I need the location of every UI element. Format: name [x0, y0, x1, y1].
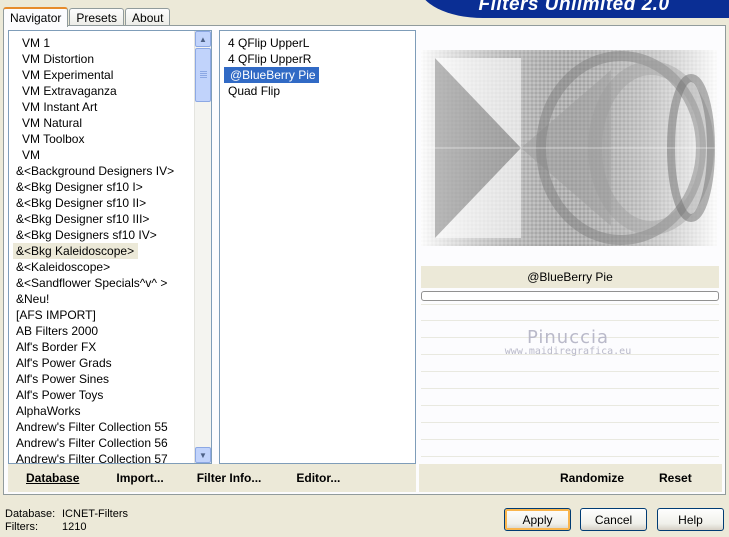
- category-item[interactable]: AlphaWorks: [13, 403, 211, 419]
- tab-presets-label: Presets: [76, 10, 118, 25]
- filters-count-label: Filters:: [5, 521, 38, 533]
- tab-navigator-label: Navigator: [10, 11, 62, 25]
- database-value: ICNET-Filters: [62, 508, 128, 520]
- category-item[interactable]: Alf's Power Grads: [13, 355, 211, 371]
- category-item[interactable]: &<Sandflower Specials^v^ >: [13, 275, 211, 291]
- chevron-down-icon: ▼: [199, 450, 207, 460]
- category-item[interactable]: [AFS IMPORT]: [13, 307, 211, 323]
- category-item[interactable]: &<Bkg Designers sf10 IV>: [13, 227, 211, 243]
- filter-item[interactable]: @BlueBerry Pie: [224, 67, 319, 83]
- category-item[interactable]: VM Toolbox: [9, 131, 211, 147]
- tab-bar: Navigator Presets About: [3, 6, 171, 27]
- category-items: VM 1 VM Distortion VM Experimental VM Extra…: [9, 31, 211, 463]
- filter-item[interactable]: 4 QFlip UpperL: [222, 35, 415, 51]
- category-list[interactable]: VM 1 VM Distortion VM Experimental VM Extra…: [8, 30, 212, 464]
- category-item[interactable]: Andrew's Filter Collection 57: [13, 451, 211, 463]
- category-item[interactable]: AB Filters 2000: [13, 323, 211, 339]
- filter-list[interactable]: 4 QFlip UpperL 4 QFlip UpperR @BlueBerry P…: [219, 30, 416, 464]
- scroll-thumb[interactable]: [195, 48, 211, 102]
- kaleidoscope-preview-graphic: [421, 50, 717, 246]
- filter-name-display: @BlueBerry Pie: [421, 266, 719, 288]
- apply-button[interactable]: Apply: [504, 508, 571, 531]
- preview-button-strip: Randomize Reset: [419, 464, 722, 492]
- preview-image: [421, 50, 717, 246]
- scroll-up-button[interactable]: ▲: [195, 31, 211, 47]
- help-button[interactable]: Help: [657, 508, 724, 531]
- category-item[interactable]: &Neu!: [13, 291, 211, 307]
- filter-info-button[interactable]: Filter Info...: [197, 471, 262, 485]
- category-item[interactable]: Andrew's Filter Collection 55: [13, 419, 211, 435]
- app-banner: Filters Unlimited 2.0: [419, 0, 729, 18]
- database-label: Database:: [5, 508, 56, 520]
- tab-navigator[interactable]: Navigator: [3, 7, 69, 27]
- randomize-button[interactable]: Randomize: [560, 471, 624, 485]
- scroll-down-button[interactable]: ▼: [195, 447, 211, 463]
- watermark: Pinuccia www.maidiregrafica.eu: [419, 327, 717, 357]
- watermark-url: www.maidiregrafica.eu: [504, 346, 632, 357]
- category-item[interactable]: &<Bkg Designer sf10 II>: [13, 195, 211, 211]
- editor-button[interactable]: Editor...: [296, 471, 340, 485]
- filter-name-label: @BlueBerry Pie: [527, 270, 613, 284]
- progress-bar: [421, 291, 719, 301]
- category-item[interactable]: Alf's Power Toys: [13, 387, 211, 403]
- help-label: Help: [678, 512, 703, 527]
- import-button[interactable]: Import...: [116, 471, 163, 485]
- category-item[interactable]: VM: [9, 147, 211, 163]
- reset-button[interactable]: Reset: [659, 471, 692, 485]
- category-item[interactable]: Andrew's Filter Collection 56: [13, 435, 211, 451]
- cancel-label: Cancel: [594, 512, 633, 527]
- preview-area: @BlueBerry Pie Pinuccia www.maidiregrafi…: [419, 30, 722, 464]
- cancel-button[interactable]: Cancel: [580, 508, 647, 531]
- category-item[interactable]: &<Bkg Kaleidoscope>: [13, 243, 139, 259]
- category-item[interactable]: VM Extravaganza: [9, 83, 211, 99]
- category-item[interactable]: VM Natural: [9, 115, 211, 131]
- category-item[interactable]: &<Background Designers IV>: [13, 163, 211, 179]
- tab-presets[interactable]: Presets: [69, 8, 125, 26]
- status-info: Database: ICNET-Filters Filters: 1210: [5, 508, 128, 534]
- category-item[interactable]: &<Kaleidoscope>: [13, 259, 211, 275]
- database-button[interactable]: Database: [26, 471, 79, 485]
- navigator-panel: VM 1 VM Distortion VM Experimental VM Extra…: [3, 25, 726, 495]
- category-item[interactable]: VM 1: [9, 35, 211, 51]
- apply-label: Apply: [522, 512, 553, 527]
- tab-about[interactable]: About: [125, 8, 171, 26]
- filter-item[interactable]: Quad Flip: [222, 83, 415, 99]
- category-scrollbar[interactable]: ▲ ▼: [194, 31, 211, 463]
- navigator-button-strip: Database Import... Filter Info... Editor…: [8, 464, 416, 492]
- app-title: Filters Unlimited 2.0: [478, 0, 670, 15]
- category-item[interactable]: VM Experimental: [9, 67, 211, 83]
- chevron-up-icon: ▲: [199, 34, 207, 44]
- category-item[interactable]: Alf's Power Sines: [13, 371, 211, 387]
- filters-count-value: 1210: [62, 521, 87, 533]
- filter-items: 4 QFlip UpperL 4 QFlip UpperR @BlueBerry P…: [220, 31, 415, 99]
- category-item[interactable]: Alf's Border FX: [13, 339, 211, 355]
- category-item[interactable]: VM Distortion: [9, 51, 211, 67]
- watermark-title: Pinuccia: [526, 327, 610, 348]
- tab-about-label: About: [132, 10, 164, 25]
- category-item[interactable]: &<Bkg Designer sf10 III>: [13, 211, 211, 227]
- filter-item[interactable]: 4 QFlip UpperR: [222, 51, 415, 67]
- category-item[interactable]: VM Instant Art: [9, 99, 211, 115]
- category-item[interactable]: &<Bkg Designer sf10 I>: [13, 179, 211, 195]
